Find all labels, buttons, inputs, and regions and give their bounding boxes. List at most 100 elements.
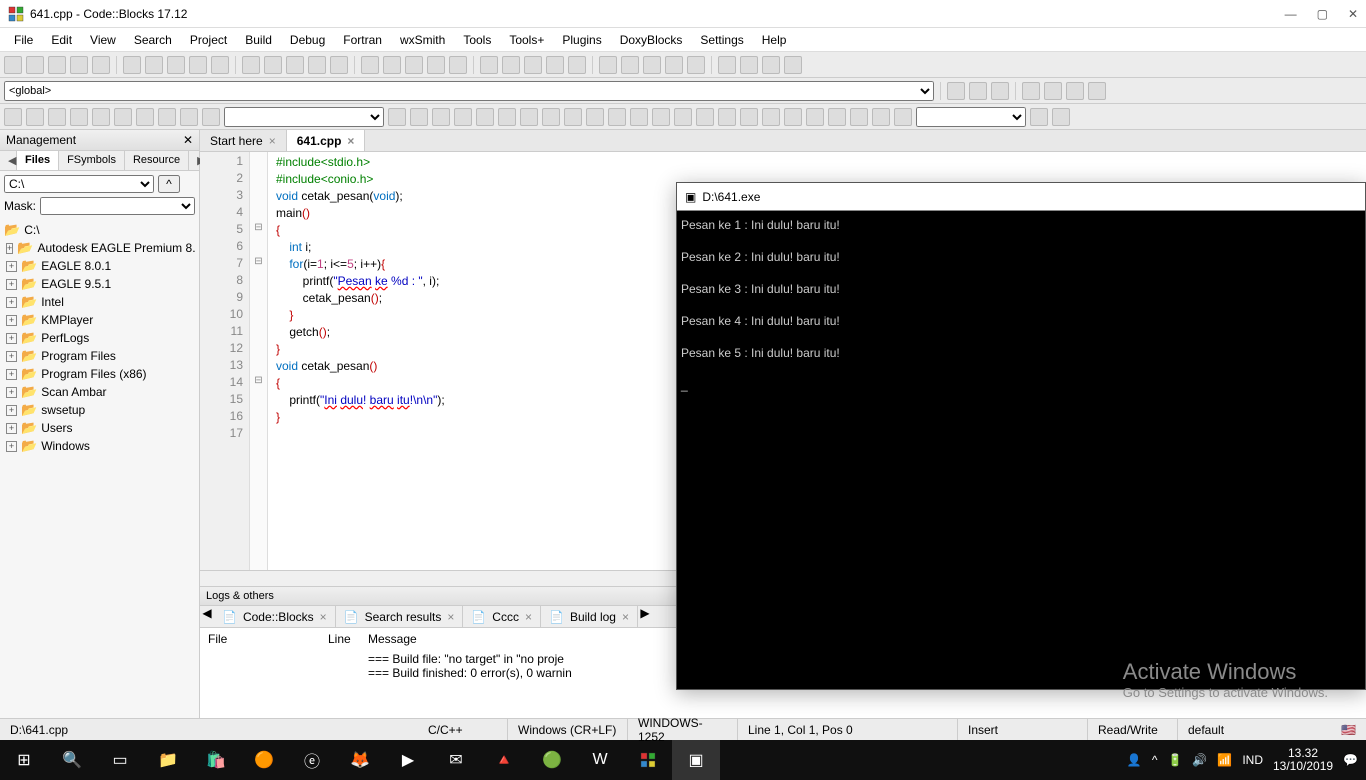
file-explorer-icon[interactable]: 📁 xyxy=(144,740,192,780)
tree-node[interactable]: +📂Scan Ambar xyxy=(6,383,195,401)
start-button[interactable]: ⊞ xyxy=(0,740,48,780)
toolbar-button[interactable] xyxy=(1052,108,1070,126)
toolbar-button[interactable] xyxy=(136,108,154,126)
toolbar-button[interactable] xyxy=(4,108,22,126)
toolbar-button[interactable] xyxy=(718,56,736,74)
toolbar-button[interactable] xyxy=(26,56,44,74)
toolbar-button[interactable] xyxy=(524,56,542,74)
tray-volume-icon[interactable]: 🔊 xyxy=(1192,753,1207,767)
toolbar-button[interactable] xyxy=(167,56,185,74)
toolbar-button[interactable] xyxy=(894,108,912,126)
toolbar-button[interactable] xyxy=(630,108,648,126)
toolbar-button[interactable] xyxy=(264,56,282,74)
toolbar-button[interactable] xyxy=(1022,82,1040,100)
tray-language[interactable]: IND xyxy=(1242,753,1263,767)
firefox-icon[interactable]: 🦊 xyxy=(336,740,384,780)
toolbar-button[interactable] xyxy=(432,108,450,126)
tree-node[interactable]: +📂KMPlayer xyxy=(6,311,195,329)
tree-node[interactable]: +📂EAGLE 8.0.1 xyxy=(6,257,195,275)
toolbar-button[interactable] xyxy=(643,56,661,74)
toolbar-button[interactable] xyxy=(361,56,379,74)
toolbar-button[interactable] xyxy=(872,108,890,126)
menu-help[interactable]: Help xyxy=(754,31,795,49)
toolbar-button[interactable] xyxy=(696,108,714,126)
toolbar-button[interactable] xyxy=(308,56,326,74)
logs-tab[interactable]: 📄Code::Blocks× xyxy=(214,606,336,627)
close-button[interactable]: ✕ xyxy=(1348,7,1358,21)
menu-search[interactable]: Search xyxy=(126,31,180,49)
toolbar-button[interactable] xyxy=(828,108,846,126)
app-icon[interactable]: ▶ xyxy=(384,740,432,780)
toolbar-button[interactable] xyxy=(330,56,348,74)
toolbar-button[interactable] xyxy=(405,56,423,74)
tree-node[interactable]: +📂Program Files xyxy=(6,347,195,365)
toolbar-combo[interactable] xyxy=(224,107,384,127)
toolbar-button[interactable] xyxy=(850,108,868,126)
toolbar-button[interactable] xyxy=(388,108,406,126)
toolbar-button[interactable] xyxy=(762,56,780,74)
menu-file[interactable]: File xyxy=(6,31,41,49)
app-icon[interactable]: 🟢 xyxy=(528,740,576,780)
tray-date[interactable]: 13/10/2019 xyxy=(1273,760,1333,773)
toolbar-button[interactable] xyxy=(969,82,987,100)
toolbar-button[interactable] xyxy=(599,56,617,74)
word-icon[interactable]: W xyxy=(576,740,624,780)
toolbar-button[interactable] xyxy=(4,56,22,74)
toolbar-button[interactable] xyxy=(687,56,705,74)
maximize-button[interactable]: ▢ xyxy=(1317,7,1328,21)
toolbar-button[interactable] xyxy=(784,56,802,74)
toolbar-button[interactable] xyxy=(242,56,260,74)
toolbar-button[interactable] xyxy=(674,108,692,126)
tray-up-icon[interactable]: ^ xyxy=(1152,753,1158,767)
tab-close-icon[interactable]: × xyxy=(347,134,354,148)
toolbar-button[interactable] xyxy=(1088,82,1106,100)
tree-node[interactable]: +📂PerfLogs xyxy=(6,329,195,347)
menu-fortran[interactable]: Fortran xyxy=(335,31,390,49)
tab-files[interactable]: Files xyxy=(17,151,59,170)
toolbar-button[interactable] xyxy=(740,56,758,74)
menu-view[interactable]: View xyxy=(82,31,124,49)
tray-wifi-icon[interactable]: 📶 xyxy=(1217,753,1232,767)
menu-settings[interactable]: Settings xyxy=(692,31,751,49)
panel-close-icon[interactable]: ✕ xyxy=(183,133,193,147)
toolbar-button[interactable] xyxy=(806,108,824,126)
menu-doxyblocks[interactable]: DoxyBlocks xyxy=(612,31,691,49)
toolbar-button[interactable] xyxy=(202,108,220,126)
tree-node[interactable]: +📂swsetup xyxy=(6,401,195,419)
toolbar-button[interactable] xyxy=(286,56,304,74)
logs-tab[interactable]: 📄Search results× xyxy=(336,606,464,627)
logs-tab-right[interactable]: ▶ xyxy=(638,606,652,627)
task-view-icon[interactable]: ▭ xyxy=(96,740,144,780)
toolbar-button[interactable] xyxy=(189,56,207,74)
toolbar-button[interactable] xyxy=(26,108,44,126)
toolbar-button[interactable] xyxy=(608,108,626,126)
logs-tab[interactable]: 📄Cccc× xyxy=(463,606,541,627)
up-button[interactable]: ^ xyxy=(158,175,180,193)
toolbar-button[interactable] xyxy=(383,56,401,74)
edge-icon[interactable]: ⓔ xyxy=(288,740,336,780)
editor-tab[interactable]: Start here× xyxy=(200,130,287,151)
tab-resource[interactable]: Resource xyxy=(125,151,189,170)
menu-debug[interactable]: Debug xyxy=(282,31,333,49)
toolbar-button[interactable] xyxy=(427,56,445,74)
tab-close-icon[interactable]: × xyxy=(269,134,276,148)
toolbar-button[interactable] xyxy=(145,56,163,74)
toolbar-button[interactable] xyxy=(92,56,110,74)
toolbar-button[interactable] xyxy=(947,82,965,100)
mail-icon[interactable]: ✉ xyxy=(432,740,480,780)
toolbar-button[interactable] xyxy=(621,56,639,74)
console-window[interactable]: ▣ D:\641.exe Pesan ke 1 : Ini dulu! baru… xyxy=(676,182,1366,690)
toolbar-button[interactable] xyxy=(180,108,198,126)
codeblocks-task-icon[interactable] xyxy=(624,740,672,780)
toolbar-button[interactable] xyxy=(568,56,586,74)
toolbar-button[interactable] xyxy=(454,108,472,126)
toolbar-button[interactable] xyxy=(1030,108,1048,126)
toolbar-button[interactable] xyxy=(665,56,683,74)
menu-tools+[interactable]: Tools+ xyxy=(501,31,552,49)
toolbar-button[interactable] xyxy=(586,108,604,126)
toolbar-button[interactable] xyxy=(158,108,176,126)
menu-project[interactable]: Project xyxy=(182,31,235,49)
toolbar-button[interactable] xyxy=(48,108,66,126)
toolbar-button[interactable] xyxy=(1066,82,1084,100)
toolbar-button[interactable] xyxy=(70,56,88,74)
